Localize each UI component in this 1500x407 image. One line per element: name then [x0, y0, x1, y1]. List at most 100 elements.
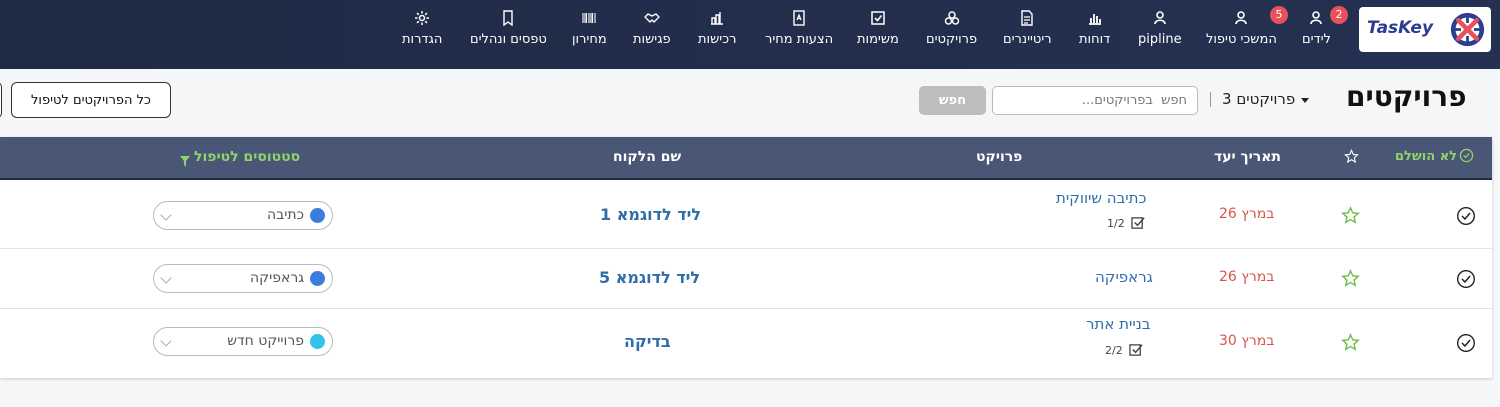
complete-toggle-icon[interactable]	[1456, 269, 1476, 293]
column-incomplete[interactable]: לא הושלם	[1395, 149, 1457, 164]
client-link[interactable]: בדיקה	[624, 332, 671, 351]
column-due-date[interactable]: תאריך יעד	[1214, 149, 1281, 165]
status-dot	[310, 271, 325, 286]
nav-item-retainers[interactable]: ריטיינרים	[1003, 10, 1052, 60]
nav-label-forms: טפסים ונהלים	[470, 32, 547, 47]
nav-item-leads[interactable]: לידים 2	[1302, 6, 1348, 60]
page-title: פרויקטים	[1346, 80, 1467, 113]
nav-item-purchases[interactable]: רכישות	[698, 10, 736, 60]
search-input[interactable]	[992, 86, 1198, 115]
nav-label-meetings: פגישות	[633, 32, 671, 47]
purchase-icon	[711, 12, 724, 25]
nav-item-quotes[interactable]: הצעות מחיר	[765, 10, 833, 60]
nav-item-tasks[interactable]: משימות	[857, 10, 899, 60]
nav-item-forms[interactable]: טפסים ונהלים	[470, 10, 547, 60]
bar-chart-icon	[1088, 14, 1101, 25]
chevron-down-icon	[160, 335, 172, 347]
status-value: כתיבה	[267, 207, 304, 223]
nav-label-purchases: רכישות	[698, 32, 737, 47]
person-icon	[1235, 11, 1248, 25]
caret-down-icon	[1301, 97, 1310, 103]
task-progress: 2/2	[1105, 343, 1144, 357]
status-value: גראפיקה	[250, 270, 304, 286]
task-count: 2/2	[1105, 343, 1123, 357]
nav-label-reports: דוחות	[1079, 32, 1111, 47]
nav-label-tasks: משימות	[857, 32, 899, 47]
status-select[interactable]: גראפיקה	[153, 264, 333, 293]
check-square-icon	[871, 11, 885, 25]
column-statuses[interactable]: סטטוסים לטיפול	[194, 149, 300, 165]
invoice-icon	[1021, 10, 1033, 26]
table-row: 26 במרץ גראפיקה ליד לדוגמא 5 גראפיקה	[0, 249, 1492, 309]
form-icon	[503, 10, 514, 26]
project-link[interactable]: גראפיקה	[1095, 268, 1153, 286]
nav-item-meetings[interactable]: פגישות	[633, 10, 671, 60]
nav-item-projects[interactable]: פרויקטים	[926, 10, 977, 60]
nav-label-retainers: ריטיינרים	[1003, 32, 1052, 47]
top-navigation-bar: TasKey לידים 2 המשכי טיפול 5 pipline דוח…	[0, 0, 1500, 69]
task-progress: 1/2	[1107, 216, 1146, 230]
favorite-star-icon[interactable]	[1341, 269, 1360, 292]
project-count-dropdown[interactable]: 3 פרויקטים	[1222, 90, 1310, 108]
due-date: 26 במרץ	[1219, 269, 1275, 285]
chevron-down-icon	[160, 272, 172, 284]
project-link[interactable]: בניית אתר	[1086, 315, 1150, 333]
table-header: לא הושלם תאריך יעד פרויקט שם הלקוח סטטוס…	[0, 137, 1492, 180]
filter-icon[interactable]	[180, 152, 190, 171]
check-square-icon	[1129, 344, 1143, 356]
nav-label-pipeline: pipline	[1138, 32, 1182, 47]
nav-label-leads: לידים	[1302, 32, 1331, 47]
logo-text: TasKey	[1367, 18, 1434, 38]
column-client[interactable]: שם הלקוח	[613, 149, 681, 165]
nav-label-projects: פרויקטים	[926, 32, 978, 47]
nav-label-settings: הגדרות	[402, 32, 443, 47]
table-row: 30 במרץ בניית אתר 2/2 בדיקה פרוייקט חדש	[0, 309, 1492, 378]
client-link[interactable]: ליד לדוגמא 5	[599, 268, 700, 287]
task-count: 1/2	[1107, 216, 1125, 230]
due-date: 26 במרץ	[1219, 206, 1275, 222]
status-dot	[310, 208, 325, 223]
projects-table: לא הושלם תאריך יעד פרויקט שם הלקוח סטטוס…	[0, 137, 1492, 378]
status-dot	[310, 334, 325, 349]
check-circle-icon	[1459, 148, 1474, 167]
project-link[interactable]: כתיבה שיווקית	[1056, 189, 1146, 207]
status-select[interactable]: פרוייקט חדש	[153, 327, 333, 356]
nav-item-followups[interactable]: המשכי טיפול 5	[1206, 6, 1288, 60]
taskey-logo[interactable]: TasKey	[1359, 7, 1491, 52]
handshake-icon	[644, 13, 660, 23]
leads-badge: 2	[1330, 6, 1348, 24]
gear-icon	[415, 11, 430, 25]
client-link[interactable]: ליד לדוגמא 1	[600, 205, 701, 224]
logo-mark-icon	[1450, 12, 1485, 47]
table-row: 26 במרץ כתיבה שיווקית 1/2 ליד לדוגמא 1 כ…	[0, 182, 1492, 249]
favorite-star-icon[interactable]	[1341, 206, 1360, 229]
nav-item-reports[interactable]: דוחות	[1079, 10, 1110, 60]
due-date: 30 במרץ	[1219, 333, 1275, 349]
status-select[interactable]: כתיבה	[153, 201, 333, 230]
person-icon	[1310, 11, 1323, 25]
check-square-icon	[1131, 217, 1145, 229]
star-outline-icon[interactable]	[1344, 149, 1359, 168]
offscreen-button[interactable]	[0, 82, 2, 118]
nav-label-followups: המשכי טיפול	[1206, 32, 1277, 47]
nav-label-pricelist: מחירון	[572, 32, 607, 47]
nav-item-pricelist[interactable]: מחירון	[572, 10, 607, 60]
nav-label-quotes: הצעות מחיר	[765, 32, 834, 47]
search-button[interactable]: חפש	[919, 86, 986, 115]
complete-toggle-icon[interactable]	[1456, 206, 1476, 230]
complete-toggle-icon[interactable]	[1456, 333, 1476, 357]
project-count-label: 3 פרויקטים	[1222, 90, 1296, 108]
column-project[interactable]: פרויקט	[976, 149, 1022, 165]
status-value: פרוייקט חדש	[227, 333, 304, 349]
person-icon	[1153, 11, 1166, 25]
chevron-down-icon	[160, 209, 172, 221]
nav-item-settings[interactable]: הגדרות	[402, 10, 442, 60]
quote-icon	[793, 10, 805, 26]
all-projects-button[interactable]: כל הפרויקטים לטיפול	[11, 82, 171, 118]
nav-item-pipeline[interactable]: pipline	[1138, 10, 1182, 60]
cubes-icon	[944, 11, 959, 25]
header-divider	[1210, 92, 1211, 107]
favorite-star-icon[interactable]	[1341, 333, 1360, 356]
barcode-icon	[582, 13, 596, 23]
followups-badge: 5	[1270, 6, 1288, 24]
